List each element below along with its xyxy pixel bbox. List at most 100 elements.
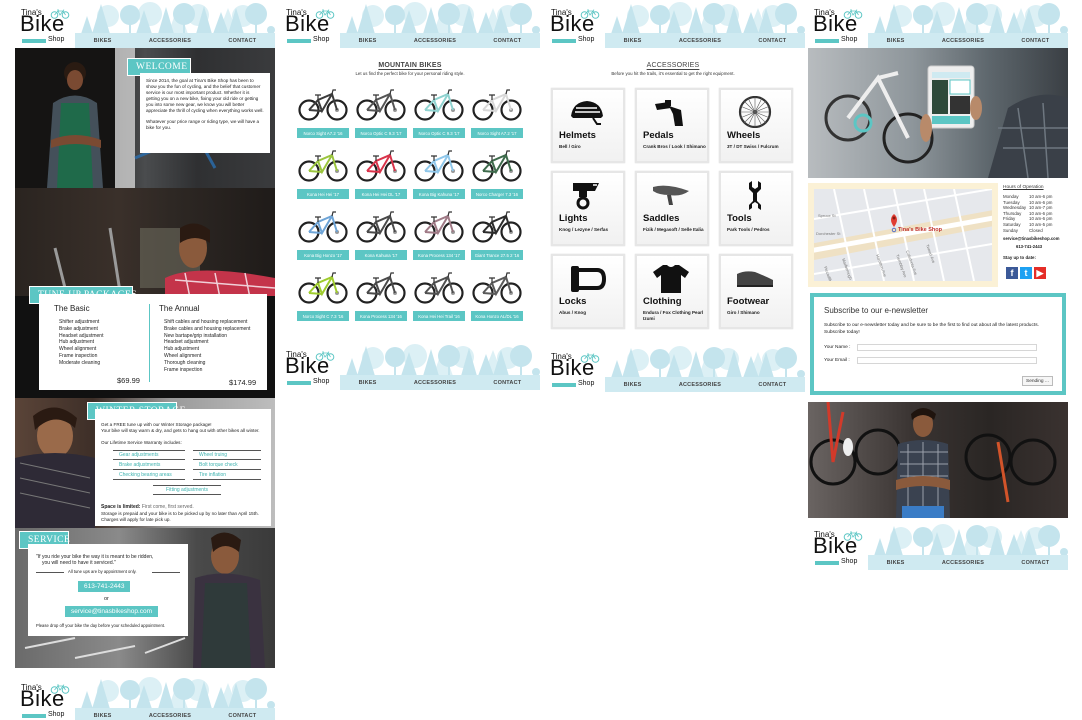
logo[interactable]: Tina's Bike Shop	[813, 8, 869, 46]
trees-decoration	[874, 524, 1068, 556]
email-input[interactable]	[857, 357, 1037, 364]
accessory-card[interactable]: Wheels 3T / DT Swiss / Fulcrum	[719, 88, 793, 163]
nav-contact[interactable]: CONTACT	[228, 38, 256, 44]
bike-card[interactable]: Kona Big Honzo '17	[297, 210, 349, 262]
accessory-card[interactable]: Saddles Fizik / Megasoft / Selle Italia	[635, 171, 709, 246]
bike-card[interactable]: Kona Process 134 '16	[355, 271, 407, 323]
bike-label[interactable]: Kona Honzo AL/DL '16	[471, 311, 523, 321]
bike-label[interactable]: Norco Sight A7.2 '17	[471, 128, 523, 138]
logo[interactable]: Tina's Bike Shop	[285, 8, 341, 46]
bike-label[interactable]: Norco Sight C 7.3 '16	[297, 311, 349, 321]
youtube-icon[interactable]: ▶	[1034, 267, 1046, 280]
accessory-card[interactable]: Pedals Crank Bros / Look / Shimano	[635, 88, 709, 163]
nav-bikes[interactable]: BIKES	[624, 382, 642, 388]
bike-card[interactable]: Kona Big Kahuna '17	[413, 149, 465, 201]
bike-label[interactable]: Kona Process 134 '16	[355, 311, 407, 321]
bike-label[interactable]: Kona Hei Hei '17	[297, 189, 349, 199]
bike-card[interactable]: Kona Honzo AL/DL '16	[471, 271, 523, 323]
package-item: Thorough cleaning	[164, 359, 206, 366]
bike-label[interactable]: Kona Hei Hei Trail '16	[413, 311, 465, 321]
bike-label[interactable]: Kona Kahuna '17	[355, 250, 407, 260]
bike-card[interactable]: Norco Sight A7.2 '16	[297, 88, 349, 140]
bike-label[interactable]: Giant Trance 27.5 2 '16	[471, 250, 523, 260]
nav-bikes[interactable]: BIKES	[94, 713, 112, 719]
bike-card[interactable]: Kona Kahuna '17	[355, 210, 407, 262]
mountain-bike-icon	[298, 89, 348, 121]
email-label: Your Email :	[824, 358, 850, 363]
nav-accessories[interactable]: ACCESSORIES	[942, 38, 984, 44]
bike-card[interactable]: Giant Trance 27.5 2 '16	[471, 210, 523, 262]
nav-bikes[interactable]: BIKES	[887, 560, 905, 566]
accessory-card[interactable]: Helmets Bell / Giro	[551, 88, 625, 163]
mountain-bike-icon	[414, 150, 464, 182]
nav-accessories[interactable]: ACCESSORIES	[679, 38, 721, 44]
nav-contact[interactable]: CONTACT	[493, 380, 521, 386]
bike-card[interactable]: Norco Optic C 9.3 '17	[355, 88, 407, 140]
bike-card[interactable]: Kona Process 134 '17	[413, 210, 465, 262]
nav-bikes[interactable]: BIKES	[359, 380, 377, 386]
facebook-icon[interactable]: f	[1006, 267, 1018, 280]
bike-card[interactable]: Kona Hei Hei '17	[297, 149, 349, 201]
nav-bikes[interactable]: BIKES	[624, 38, 642, 44]
bike-label[interactable]: Norco Optic C 9.3 '17	[413, 128, 465, 138]
accessory-name: Saddles	[643, 213, 680, 224]
bike-card[interactable]: Kona Hei Hei DL '17	[355, 149, 407, 201]
nav-bikes[interactable]: BIKES	[887, 38, 905, 44]
accessory-card[interactable]: Lights Knog / Lezyne / Serfas	[551, 171, 625, 246]
logo-bike: Bike	[550, 355, 595, 380]
nav-bar: BIKES ACCESSORIES CONTACT	[868, 33, 1068, 48]
bike-card[interactable]: Norco Sight C 7.3 '16	[297, 271, 349, 323]
logo[interactable]: Tina's Bike Shop	[550, 352, 606, 390]
bike-label[interactable]: Kona Big Honzo '17	[297, 250, 349, 260]
map[interactable]: Spruce St Tremblay Ave Caledonia Ave Ham…	[808, 188, 1000, 291]
accessory-card[interactable]: Tools Park Tools / Pedros	[719, 171, 793, 246]
nav-accessories[interactable]: ACCESSORIES	[414, 38, 456, 44]
nav-contact[interactable]: CONTACT	[758, 382, 786, 388]
newsletter-text: Subscribe to our e-newsletter today and …	[824, 323, 1039, 335]
logo[interactable]: Tina's Bike Shop	[813, 530, 869, 568]
mountain-bike-icon	[356, 211, 406, 243]
nav-contact[interactable]: CONTACT	[493, 38, 521, 44]
site-header: Tina's Bike Shop BIKES ACCESSORIES CONTA…	[545, 0, 805, 48]
nav-accessories[interactable]: ACCESSORIES	[149, 38, 191, 44]
nav-contact[interactable]: CONTACT	[1021, 38, 1049, 44]
bike-label[interactable]: Kona Hei Hei DL '17	[355, 189, 407, 199]
nav-accessories[interactable]: ACCESSORIES	[414, 380, 456, 386]
accessory-card[interactable]: Footwear Giro / Shimano	[719, 254, 793, 329]
nav-accessories[interactable]: ACCESSORIES	[942, 560, 984, 566]
bike-label[interactable]: Norco Optic C 9.3 '17	[355, 128, 407, 138]
twitter-icon[interactable]: t	[1020, 267, 1032, 280]
bike-label[interactable]: Norco Charger 7.3 '16	[471, 189, 523, 199]
service-phone-button[interactable]: 613-741-2443	[78, 581, 131, 592]
bike-card[interactable]: Norco Optic C 9.3 '17	[413, 88, 465, 140]
nav-contact[interactable]: CONTACT	[1021, 560, 1049, 566]
logo[interactable]: Tina's Bike Shop	[20, 683, 76, 720]
bike-card[interactable]: Kona Hei Hei Trail '16	[413, 271, 465, 323]
trees-decoration	[81, 2, 275, 34]
bike-label[interactable]: Kona Big Kahuna '17	[413, 189, 465, 199]
bike-card[interactable]: Norco Sight A7.2 '17	[471, 88, 523, 140]
service-email-button[interactable]: service@tinasbikeshop.com	[65, 606, 159, 617]
bike-card[interactable]: Norco Charger 7.3 '16	[471, 149, 523, 201]
accessory-card[interactable]: Locks Abus / Knog	[551, 254, 625, 329]
bike-label[interactable]: Norco Sight A7.2 '16	[297, 128, 349, 138]
basic-title: The Basic	[54, 304, 90, 313]
logo[interactable]: Tina's Bike Shop	[550, 8, 606, 46]
light-icon	[573, 183, 599, 210]
warranty-item: Fitting adjustments	[153, 485, 221, 496]
nav-contact[interactable]: CONTACT	[228, 713, 256, 719]
logo[interactable]: Tina's Bike Shop	[20, 8, 76, 46]
warranty-item: Gear adjustments	[113, 450, 185, 461]
contact-email[interactable]: service@tinasbikeshop.com	[1003, 236, 1067, 241]
nav-bikes[interactable]: BIKES	[359, 38, 377, 44]
accessory-card[interactable]: Clothing Endura / Fox Clothing Pearl Izum…	[635, 254, 709, 329]
logo[interactable]: Tina's Bike Shop	[285, 350, 341, 388]
nav-accessories[interactable]: ACCESSORIES	[679, 382, 721, 388]
nav-accessories[interactable]: ACCESSORIES	[149, 713, 191, 719]
nav-bikes[interactable]: BIKES	[94, 38, 112, 44]
bike-label[interactable]: Kona Process 134 '17	[413, 250, 465, 260]
name-input[interactable]	[857, 344, 1037, 351]
nav-contact[interactable]: CONTACT	[758, 38, 786, 44]
subscribe-button[interactable]: Sending ...	[1022, 376, 1053, 386]
shop-owner-photo	[808, 402, 1068, 518]
